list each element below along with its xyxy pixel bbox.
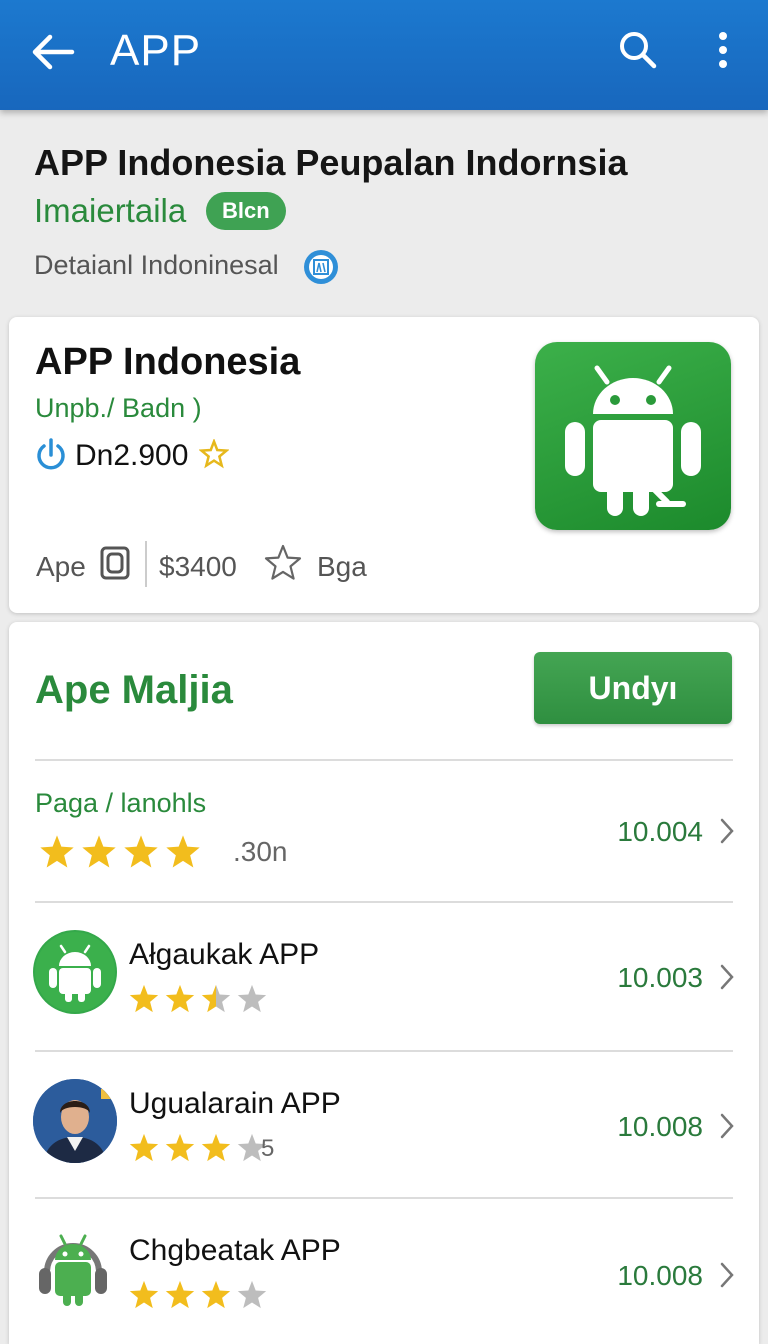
back-arrow-icon[interactable]: [28, 28, 76, 76]
list-item-value: 10.008: [617, 1111, 703, 1142]
star-filled-icon: [165, 1280, 195, 1309]
chevron-right-icon[interactable]: [717, 1111, 737, 1141]
star-filled-icon: [166, 835, 200, 868]
page-subtitle: Imaiertaila: [34, 192, 187, 229]
search-icon[interactable]: [618, 28, 658, 72]
android-avatar-icon: [33, 930, 117, 1014]
app-developer[interactable]: Unpb./ Badn ): [35, 393, 202, 424]
star-filled-icon: [201, 1133, 231, 1162]
list-item-value: 10.008: [617, 1260, 703, 1291]
list-item-title: Chgbeatak APP: [129, 1234, 341, 1267]
chevron-right-icon[interactable]: [717, 962, 737, 992]
more-vert-icon[interactable]: [708, 30, 738, 70]
star-filled-icon: [129, 984, 159, 1013]
list-item[interactable]: Ałgaukak APP 10.003: [9, 904, 759, 1044]
star-filled-icon: [129, 1133, 159, 1162]
star-filled-icon: [201, 984, 231, 1013]
divider: [35, 759, 733, 761]
meta-tag: Bga: [317, 551, 367, 582]
rating-stars: [127, 982, 271, 1016]
list-item-title: Ałgaukak APP: [129, 938, 320, 971]
star-filled-icon: [124, 835, 158, 868]
android-headphones-icon: [31, 1226, 115, 1310]
download-count: Dn2.900: [75, 439, 189, 472]
app-price: $3400: [159, 551, 237, 582]
star-filled-icon: [82, 835, 116, 868]
app-bar-title: APP: [110, 26, 202, 75]
list-item[interactable]: Ugualarain APP 5 10.008: [9, 1053, 759, 1193]
favorite-star-icon[interactable]: [263, 543, 303, 583]
star-icon: [199, 439, 229, 469]
app-name: APP Indonesia: [35, 341, 301, 383]
download-button[interactable]: Undyı: [534, 652, 732, 724]
chevron-right-icon[interactable]: [717, 1260, 737, 1290]
list-item-value: 10.003: [617, 962, 703, 993]
chevron-right-icon[interactable]: [717, 816, 737, 846]
detail-text: Detaianl Indoninesal: [34, 250, 279, 280]
verified-badge-icon: [304, 250, 338, 284]
related-apps-card: Ape Maljia Undyı Paga / lanohls .30n 10.…: [9, 622, 759, 1344]
list-item-title: Paga / lanohls: [35, 788, 207, 818]
rating-box-icon: [100, 546, 130, 580]
app-info-card: APP Indonesia Unpb./ Badn ) Dn2.900 Ape: [9, 317, 759, 613]
person-avatar: [33, 1079, 117, 1163]
list-item[interactable]: Chgbeatak APP 10.008: [9, 1200, 759, 1340]
star-empty-icon: [237, 1280, 267, 1309]
star-empty-icon: [237, 984, 267, 1013]
list-item-value: 10.004: [617, 816, 703, 847]
star-filled-icon: [165, 1133, 195, 1162]
app-bar: APP: [0, 0, 768, 110]
meta-label: Ape: [36, 551, 86, 582]
rating-count: 5: [261, 1135, 275, 1162]
divider: [35, 1197, 733, 1199]
divider: [35, 901, 733, 903]
rating-stars: [37, 832, 205, 872]
meta-divider: [145, 541, 147, 587]
star-filled-icon: [129, 1280, 159, 1309]
power-icon: [37, 438, 65, 470]
divider: [35, 1050, 733, 1052]
page-title: APP Indonesia Peupalan Indornsia: [34, 142, 628, 183]
rating-stars: [127, 1131, 271, 1165]
star-filled-icon: [201, 1280, 231, 1309]
section-title: Ape Maljia: [35, 668, 233, 712]
list-item-title: Ugualarain APP: [129, 1087, 341, 1120]
list-item[interactable]: Paga / lanohls .30n 10.004: [9, 762, 759, 902]
star-filled-icon: [165, 984, 195, 1013]
rating-stars: [127, 1278, 271, 1312]
rating-count: .30n: [233, 836, 288, 867]
star-filled-icon: [40, 835, 74, 868]
status-badge: Blcn: [206, 192, 286, 230]
android-app-icon: [535, 342, 731, 530]
